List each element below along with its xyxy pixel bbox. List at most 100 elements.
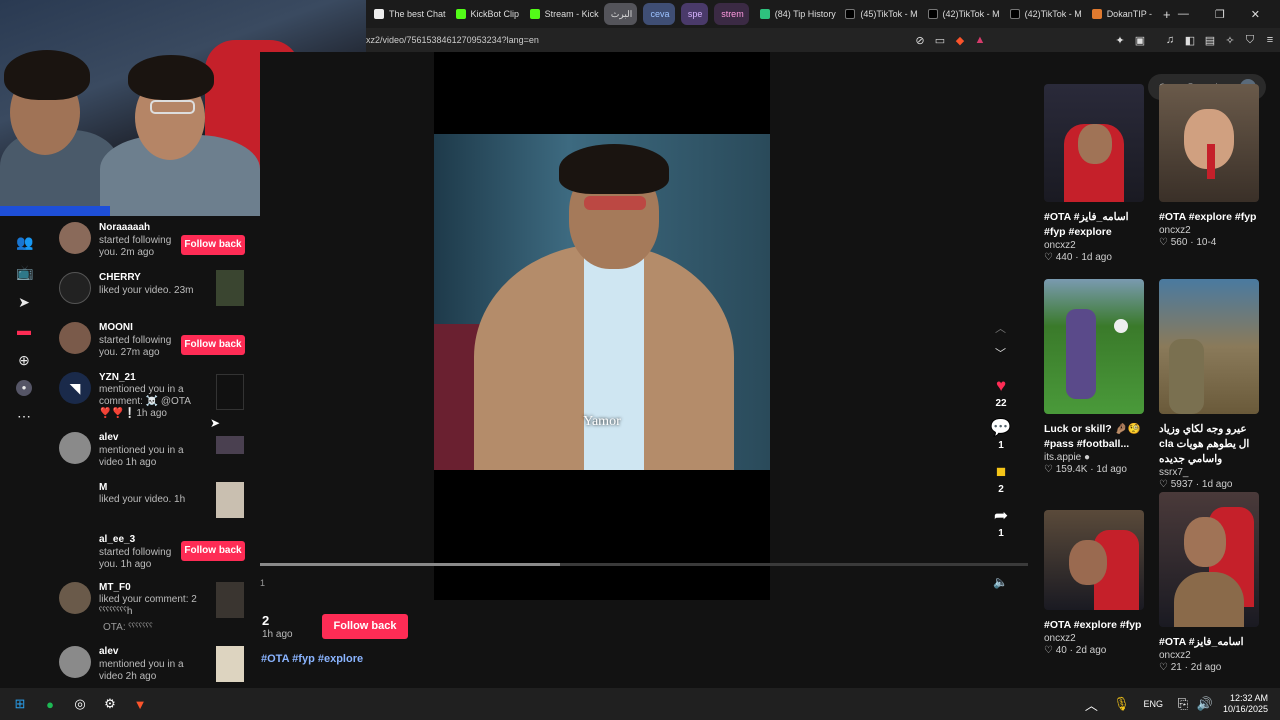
video-thumbnail[interactable]: [216, 270, 244, 306]
windows-start-icon[interactable]: ⊞: [10, 694, 30, 714]
video-thumbnail[interactable]: [216, 646, 244, 682]
video-thumbnail[interactable]: [1159, 279, 1259, 414]
browser-tab-group[interactable]: strem: [714, 3, 749, 25]
video-thumbnail[interactable]: [1159, 84, 1259, 202]
upload-icon[interactable]: ⊕: [16, 352, 32, 368]
next-video-icon[interactable]: ﹀: [995, 345, 1006, 361]
video-thumbnail[interactable]: [216, 436, 244, 454]
microphone-icon[interactable]: 🎙: [1111, 694, 1131, 714]
brave-rewards-icon[interactable]: ▲: [973, 34, 987, 46]
browser-tab[interactable]: (84) Tip History: [752, 3, 838, 25]
browser-tab-group[interactable]: البرث: [603, 3, 638, 25]
following-icon[interactable]: 👥: [16, 234, 33, 250]
spotify-icon[interactable]: ●: [40, 694, 60, 714]
follow-back-button[interactable]: Follow back: [322, 614, 408, 639]
avatar[interactable]: ◥: [59, 372, 91, 404]
menu-icon[interactable]: ≡: [1263, 34, 1277, 46]
follow-back-button[interactable]: Follow back: [181, 335, 245, 355]
video-thumbnail[interactable]: [216, 482, 244, 518]
browser-tab[interactable]: DokanTIP -: [1084, 3, 1155, 25]
cast-icon[interactable]: ▭: [933, 34, 947, 47]
video-thumbnail[interactable]: [216, 582, 244, 618]
clock[interactable]: 12:32 AM 10/16/2025: [1223, 693, 1268, 715]
follow-back-button[interactable]: Follow back: [181, 235, 245, 255]
avatar[interactable]: [59, 222, 91, 254]
share-icon[interactable]: ➦: [988, 506, 1014, 526]
follow-back-button[interactable]: Follow back: [181, 541, 245, 561]
comment-action[interactable]: 💬 1: [988, 418, 1014, 451]
browser-tab[interactable]: (42)TikTok - M: [1002, 3, 1084, 25]
video-thumbnail[interactable]: [1159, 492, 1259, 627]
no-tracking-icon[interactable]: ⊘: [913, 34, 927, 47]
notification-item[interactable]: ◥ YZN_21 mentioned you in a comment: ☠️ …: [48, 372, 260, 428]
notification-item[interactable]: MOONI started following you. 27m ago Fol…: [48, 322, 260, 372]
browser-tab[interactable]: The best Chat: [366, 3, 448, 25]
brave-shield-icon[interactable]: ◆: [953, 34, 967, 47]
more-icon[interactable]: ⋯: [16, 408, 32, 424]
browser-tab[interactable]: Stream - Kick: [522, 3, 601, 25]
save-action[interactable]: ■ 2: [988, 462, 1014, 495]
bookmark-icon[interactable]: ■: [988, 462, 1014, 482]
avatar[interactable]: [59, 432, 91, 464]
previous-video-icon[interactable]: ︿: [995, 320, 1006, 336]
close-icon[interactable]: ✕: [1251, 8, 1260, 21]
language-indicator[interactable]: ENG: [1143, 699, 1163, 709]
comment-icon[interactable]: 💬: [988, 418, 1014, 438]
sidebar-icon[interactable]: ◧: [1183, 34, 1197, 47]
notification-item[interactable]: CHERRY liked your video. 23m: [48, 270, 260, 320]
address-bar[interactable]: xz2/video/7561538461270953234?lang=en ⊘ …: [366, 28, 1280, 52]
notification-item[interactable]: alev mentioned you in a video 2h ago: [48, 646, 260, 688]
video-card[interactable]: #OTA #اسامه_فايز #fyp #explore oncxz2 ♡ …: [1044, 84, 1144, 263]
browser-tab-group[interactable]: spe: [680, 3, 709, 25]
volume-icon[interactable]: 🔊: [1195, 694, 1215, 714]
video-card[interactable]: Luck or skill? 🤌🏽🧐 #pass #football... it…: [1044, 279, 1144, 475]
video-card[interactable]: #OTA #explore #fyp oncxz2 ♡ 560 · 10-4: [1159, 84, 1259, 248]
music-icon[interactable]: ♫: [1163, 34, 1177, 46]
avatar[interactable]: [59, 322, 91, 354]
browser-tab[interactable]: KickBot Clip: [448, 3, 522, 25]
like-action[interactable]: ♥ 22: [988, 376, 1014, 409]
notification-item[interactable]: alev mentioned you in a video 1h ago: [48, 432, 260, 482]
wallet-icon[interactable]: ▤: [1203, 34, 1217, 47]
browser-tab[interactable]: (42)TikTok - M: [920, 3, 1002, 25]
tray-chevron-icon[interactable]: ︿: [1081, 694, 1101, 714]
video-thumbnail[interactable]: [216, 374, 244, 410]
video-thumbnail[interactable]: [1044, 84, 1144, 202]
video-card[interactable]: #OTA #اسامه_فايز oncxz2 ♡ 21 · 2d ago: [1159, 492, 1259, 673]
leo-ai-icon[interactable]: ✧: [1223, 34, 1237, 47]
network-icon[interactable]: ⎘: [1173, 694, 1193, 714]
live-icon[interactable]: 📺: [16, 264, 33, 280]
volume-icon[interactable]: 🔈: [993, 575, 1008, 589]
video-card[interactable]: #OTA #explore #fyp oncxz2 ♡ 40 · 2d ago: [1044, 510, 1144, 656]
avatar[interactable]: [59, 272, 91, 304]
obs-icon[interactable]: ◎: [70, 694, 90, 714]
avatar[interactable]: [59, 582, 91, 614]
brave-browser-icon[interactable]: ▼: [130, 694, 150, 714]
restore-icon[interactable]: ❐: [1215, 8, 1225, 21]
curly-hair: [559, 144, 669, 194]
minimize-icon[interactable]: —: [1178, 8, 1189, 21]
avatar[interactable]: [59, 646, 91, 678]
messages-icon[interactable]: ➤: [16, 294, 32, 310]
activity-icon[interactable]: ▬: [16, 322, 32, 338]
profile-avatar-icon[interactable]: ●: [16, 380, 32, 396]
vpn-icon[interactable]: ⛉: [1243, 34, 1257, 46]
heart-icon[interactable]: ♥: [988, 376, 1014, 396]
share-action[interactable]: ➦ 1: [988, 506, 1014, 539]
notification-item[interactable]: M liked your video. 1h: [48, 482, 260, 532]
new-tab-button[interactable]: +: [1155, 3, 1178, 25]
extensions-icon[interactable]: ✦: [1113, 34, 1127, 47]
browser-tab-group[interactable]: ceva: [643, 3, 675, 25]
video-card[interactable]: عيرو وجه لكاي وزياد cla ال يطوهم هويات و…: [1159, 279, 1259, 490]
app-icon[interactable]: ⚙: [100, 694, 120, 714]
video-thumbnail[interactable]: [1044, 279, 1144, 414]
video-hashtags[interactable]: #OTA #fyp #explore: [261, 653, 363, 665]
browser-tab[interactable]: (45)TikTok - M: [837, 3, 919, 25]
notification-item[interactable]: al_ee_3 started following you. 1h ago Fo…: [48, 534, 260, 584]
screenshot-icon[interactable]: ▣: [1133, 34, 1147, 47]
notification-item[interactable]: Noraaaaah started following you. 2m ago …: [48, 222, 260, 270]
video-thumbnail[interactable]: [1044, 510, 1144, 610]
url-text[interactable]: xz2/video/7561538461270953234?lang=en: [366, 35, 910, 45]
notification-item[interactable]: MT_F0 liked your comment: 2 ˤˤˤˤˤˤˤˤh OT…: [48, 582, 260, 642]
author-name[interactable]: 2: [262, 613, 269, 628]
